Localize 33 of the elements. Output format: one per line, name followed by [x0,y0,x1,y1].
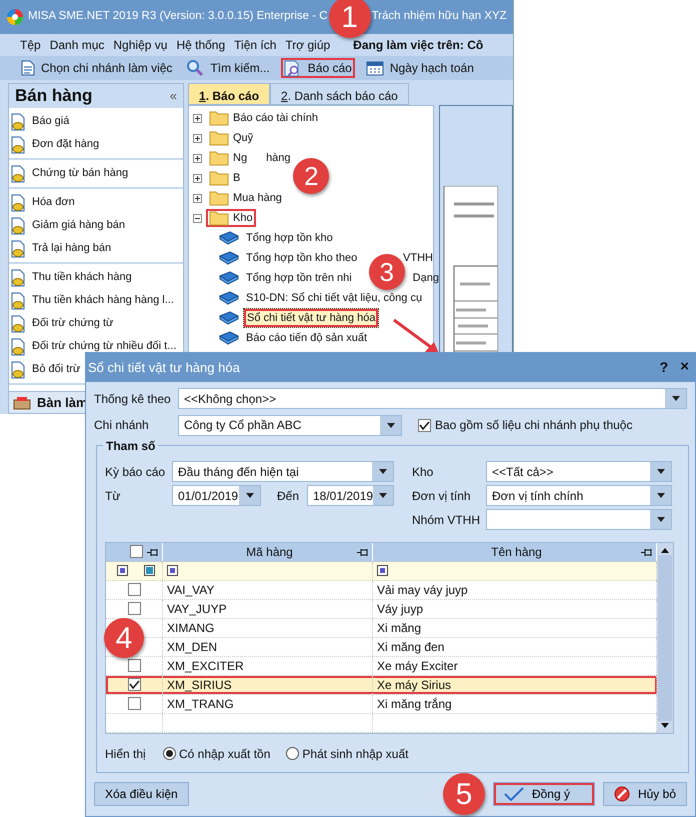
report-item-label: VTHH [403,250,433,266]
table-cell: XM_DEN [163,638,373,656]
checkbox-label: Bao gồm số liệu chi nhánh phụ thuộc [435,417,632,434]
dialog-title: Sổ chi tiết vật tư hàng hóa [88,358,240,377]
field-label: Kỳ báo cáo [105,464,166,481]
report-item-label: Dạng [412,270,439,286]
field-label: Thống kê theo [94,390,170,408]
tree-node-label: hàng [266,150,291,166]
step-number-badge: 1 [328,0,371,38]
window-title: Trách nhiệm hữu hạn XYZ [372,9,507,24]
table-cell: VAY_JUYP [163,600,373,618]
field-label: Đơn vị tính [412,488,472,505]
step-number-badge: 2 [293,158,330,194]
field-label: Từ [105,488,122,505]
table-cell: XM_TRANG [163,694,373,713]
window-title: MISA SME.NET 2019 R3 (Version: 3.0.0.15) Enterprise - C [28,9,328,24]
column-header-label: Mã hàng [246,544,293,561]
table-cell: XM_EXCITER [163,656,373,675]
table-cell: XIMANG [163,618,373,637]
field-label: Đến [277,488,300,505]
step-number-badge: 5 [442,773,485,816]
sidebar-title: Bán hàng [15,85,92,108]
radio-label: Phát sinh nhập xuất [302,746,408,763]
field-label: Kho [412,464,434,481]
field-label: Nhóm VTHH [412,512,482,529]
field-label: Hiển thị [105,746,147,763]
working-branch-label: Đang làm việc trên: Cô [353,37,484,54]
table-cell: VAI_VAY [163,580,373,599]
table-cell: XM_SIRIUS [163,676,373,694]
step-number-badge: 3 [368,254,405,290]
field-label: Chi nhánh [94,417,150,434]
column-header-label: Tên hàng [491,544,542,561]
radio-label: Có nhập xuất tồn [179,746,270,763]
